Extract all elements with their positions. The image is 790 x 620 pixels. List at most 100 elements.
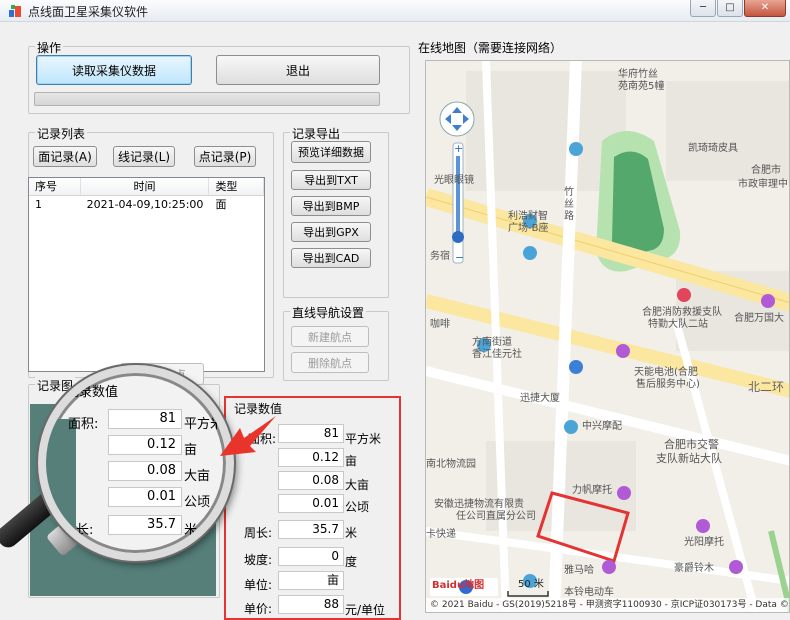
table-row[interactable]: 1 2021-04-09,10:25:00 面	[29, 196, 264, 213]
mu-unit: 亩	[345, 454, 358, 468]
magnified-perimeter-label: 长:	[76, 523, 94, 538]
baidu-logo: Baidu地图	[432, 580, 485, 591]
magnified-mu-unit: 亩	[184, 443, 198, 458]
main-window: 操作 读取采集仪数据 退出 记录列表 面记录(A) 线记录(L) 点记录(P) …	[0, 22, 790, 620]
area-record-button[interactable]: 面记录(A)	[33, 146, 97, 167]
magnified-perimeter-value: 35.7	[108, 515, 182, 535]
delete-waypoint-button[interactable]: 删除航点	[291, 352, 369, 373]
slope-unit: 度	[345, 555, 358, 569]
row-id: 1	[35, 198, 42, 211]
app-icon	[9, 5, 21, 17]
record-list-label: 记录列表	[35, 125, 88, 142]
column-header-time[interactable]: 时间	[81, 178, 210, 195]
magnified-big-mu-unit: 大亩	[184, 469, 211, 484]
map-label-28: 光阳摩托	[684, 537, 724, 548]
red-arrow-icon	[220, 416, 276, 456]
export-gpx-button[interactable]: 导出到GPX	[291, 222, 371, 242]
line-record-button[interactable]: 线记录(L)	[113, 146, 175, 167]
map-label-22: 合肥市交警	[664, 438, 719, 451]
map-label-20: 迅捷大厦	[520, 393, 560, 404]
map-label-6: 光眼眼镜	[434, 175, 474, 186]
slope-label: 坡度:	[244, 553, 273, 567]
scale-label: 50 米	[518, 579, 544, 590]
magnified-mu-value: 0.12	[108, 435, 182, 455]
hectare-unit: 公顷	[345, 500, 370, 514]
map-copyright: © 2021 Baidu - GS(2019)5218号 - 甲测资字11009…	[426, 598, 789, 612]
slope-value: 0	[278, 547, 344, 566]
map-label-23: 支队新站大队	[656, 452, 722, 465]
area-unit: 平方米	[345, 432, 382, 446]
area-value: 81	[278, 424, 344, 443]
preview-details-button[interactable]: 预览详细数据	[291, 141, 371, 163]
perimeter-unit: 米	[345, 526, 358, 540]
map-label-2: 苑南苑5幢	[618, 81, 665, 92]
map-label-29: 卡快递	[426, 529, 456, 540]
export-txt-button[interactable]: 导出到TXT	[291, 170, 371, 190]
magnified-hectare-unit: 公顷	[184, 495, 211, 510]
magnified-hectare-value: 0.01	[108, 487, 182, 507]
map-label-15: 方南街道	[472, 337, 512, 348]
magnified-perimeter-unit: 米	[184, 523, 198, 538]
read-device-button[interactable]: 读取采集仪数据	[36, 55, 192, 85]
map-label-30: 雅马哈	[564, 565, 594, 576]
magnified-area-value: 81	[108, 409, 182, 429]
svg-text:+: +	[454, 142, 463, 155]
map-label-25: 力帆摩托	[572, 485, 612, 496]
map-label-21: 中兴摩配	[582, 421, 622, 432]
online-map[interactable]: + − 华府竹丝 苑南苑5幢 凯琦琦皮具 合肥市 市政审理中 光眼眼镜 竹丝路 …	[425, 60, 790, 613]
map-label-26: 安徽迅捷物流有限责	[434, 499, 524, 510]
mu-value: 0.12	[278, 448, 344, 467]
maximize-button[interactable]: □	[717, 0, 743, 17]
magnified-area-label: 面积:	[68, 417, 99, 432]
export-cad-button[interactable]: 导出到CAD	[291, 248, 371, 268]
big-mu-value: 0.08	[278, 471, 344, 490]
perimeter-label: 周长:	[244, 526, 273, 540]
map-label-18: 售后服务中心)	[636, 379, 700, 390]
close-button[interactable]: ✕	[744, 0, 786, 17]
map-label-5: 市政审理中	[738, 179, 788, 190]
map-label-13: 合肥万国大	[734, 313, 784, 324]
map-label-11: 合肥消防救援支队	[642, 307, 722, 318]
point-record-button[interactable]: 点记录(P)	[194, 146, 256, 167]
magnifier-lens: 记录数值 面积: 81 平方米 0.12 亩 0.08 大亩 0.01 公顷 长…	[38, 365, 234, 561]
title-bar: 点线面卫星采集仪软件 ─ □ ✕	[0, 0, 790, 22]
exit-button[interactable]: 退出	[216, 55, 380, 85]
new-waypoint-button[interactable]: 新建航点	[291, 326, 369, 347]
map-label-9: 广场-B座	[508, 223, 549, 234]
price-value[interactable]: 88	[278, 595, 344, 614]
map-label-16: 香江佳元社	[472, 349, 522, 360]
map-label-4: 合肥市	[751, 165, 781, 176]
big-mu-unit: 大亩	[345, 478, 370, 492]
map-label-27: 任公司直属分公司	[456, 511, 536, 522]
map-label-17: 天能电池(合肥	[634, 367, 698, 378]
map-label-12: 特勤大队二站	[648, 319, 708, 330]
record-export-label: 记录导出	[290, 125, 343, 142]
operation-label: 操作	[35, 39, 64, 56]
svg-text:−: −	[455, 251, 464, 264]
map-label-31: 豪爵铃木	[674, 563, 714, 574]
map-label-24: 南北物流园	[426, 459, 476, 470]
map-label-19: 北二环	[748, 380, 785, 394]
progress-bar	[34, 92, 380, 106]
map-label-7: 竹丝路	[564, 187, 574, 222]
magnified-canvas	[46, 419, 76, 553]
map-label-14: 咖啡	[430, 319, 450, 330]
record-table[interactable]: 序号 时间 类型 1 2021-04-09,10:25:00 面	[28, 177, 265, 372]
column-header-type[interactable]: 类型	[209, 178, 264, 195]
map-label: 在线地图（需要连接网络）	[418, 41, 563, 55]
row-time: 2021-04-09,10:25:00	[86, 198, 204, 211]
magnified-title: 记录数值	[66, 385, 119, 400]
price-unit: 元/单位	[345, 603, 386, 617]
unit-label: 单位:	[244, 578, 273, 592]
hectare-value: 0.01	[278, 494, 344, 513]
unit-value[interactable]: 亩	[278, 571, 344, 590]
minimize-button[interactable]: ─	[690, 0, 716, 17]
magnified-big-mu-value: 0.08	[108, 461, 182, 481]
map-label-1: 华府竹丝	[618, 69, 658, 80]
perimeter-value: 35.7	[278, 520, 344, 539]
table-header: 序号 时间 类型	[29, 178, 264, 196]
column-header-id[interactable]: 序号	[29, 178, 81, 195]
window-title: 点线面卫星采集仪软件	[28, 5, 149, 19]
map-label-8: 利浩财智	[508, 211, 548, 222]
export-bmp-button[interactable]: 导出到BMP	[291, 196, 371, 216]
